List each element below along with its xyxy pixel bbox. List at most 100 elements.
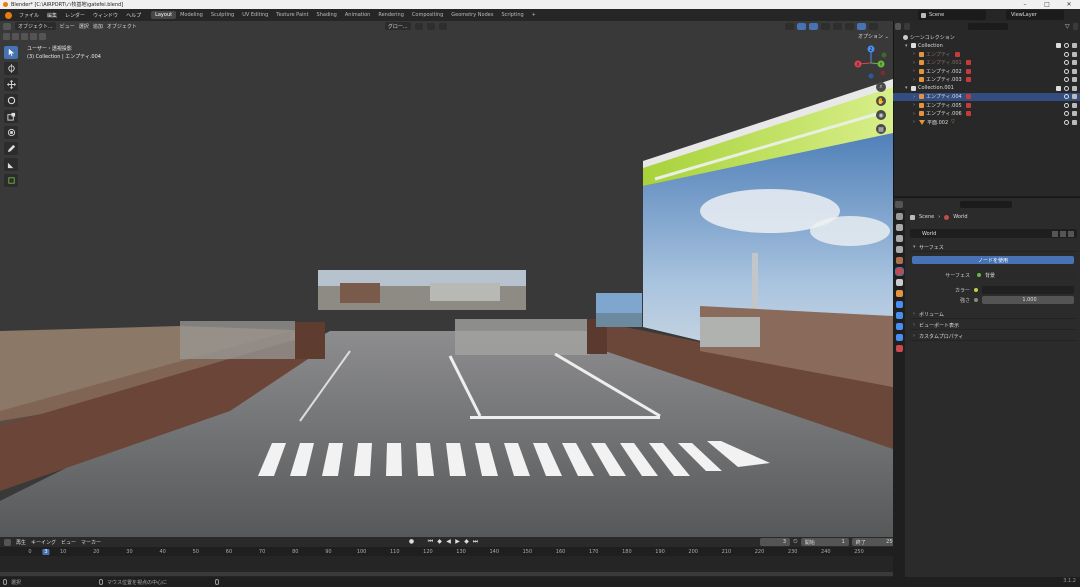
camera-icon[interactable] <box>1072 68 1077 74</box>
menu-marker[interactable]: マーカー <box>81 539 101 546</box>
output-tab-icon[interactable] <box>895 235 903 242</box>
eye-icon[interactable] <box>1064 85 1069 91</box>
gizmo-toggle-icon[interactable] <box>797 22 806 30</box>
camera-icon[interactable] <box>1072 102 1077 108</box>
scale-tool[interactable] <box>4 110 18 123</box>
camera-icon[interactable] <box>1072 94 1077 100</box>
mode-selector[interactable]: オブジェクト... <box>15 22 56 30</box>
render-tab-icon[interactable] <box>895 224 903 231</box>
modifier-tab-icon[interactable] <box>895 301 903 308</box>
menu-help[interactable]: ヘルプ <box>122 12 145 19</box>
select-box-tool[interactable] <box>4 46 18 59</box>
tab-shading[interactable]: Shading <box>313 11 341 19</box>
tab-rendering[interactable]: Rendering <box>374 11 408 19</box>
menu-object[interactable]: オブジェクト <box>107 23 137 30</box>
surface-shader-selector[interactable]: 背景 <box>974 271 1074 279</box>
scene-tab-icon[interactable] <box>895 257 903 264</box>
rendered-shading-icon[interactable] <box>869 22 878 30</box>
display-mode-icon[interactable] <box>904 22 911 30</box>
world-datablock-field[interactable]: World <box>910 229 1077 238</box>
frame-ruler[interactable]: 0 10 20 30 40 50 60 70 80 90 100 110 120 130 140 150 160… <box>0 547 893 556</box>
outliner-search-input[interactable] <box>968 22 1009 30</box>
overlay-toggle-icon[interactable] <box>809 22 818 30</box>
outliner-row[interactable]: ▾ Collection.001 <box>893 84 1080 93</box>
camera-icon[interactable] <box>1072 43 1077 49</box>
menu-add[interactable]: 追加 <box>93 23 103 30</box>
camera-icon[interactable] <box>1072 51 1077 57</box>
select-invert-icon[interactable] <box>30 33 37 40</box>
menu-render[interactable]: レンダー <box>61 12 89 19</box>
pivot-icon[interactable] <box>414 22 423 30</box>
material-preview-icon[interactable] <box>857 22 866 30</box>
eye-icon[interactable] <box>1064 43 1069 49</box>
outliner-row[interactable]: ▾ Collection <box>893 42 1080 51</box>
camera-icon[interactable] <box>1072 111 1077 117</box>
menu-edit[interactable]: 編集 <box>43 12 61 19</box>
outliner-row[interactable]: › エンプティ.006 <box>893 110 1080 119</box>
eye-icon[interactable] <box>1064 60 1069 66</box>
menu-timeline-view[interactable]: ビュー <box>61 539 76 546</box>
jump-start-icon[interactable]: ⏮ <box>427 538 434 545</box>
move-tool[interactable] <box>4 78 18 91</box>
eye-icon[interactable] <box>1064 94 1069 100</box>
properties-search-input[interactable] <box>960 201 1012 208</box>
play-icon[interactable]: ▶ <box>454 538 461 545</box>
datablock-actions-icon[interactable] <box>1052 230 1074 237</box>
outliner-row[interactable]: シーンコレクション <box>893 33 1080 42</box>
transform-tool[interactable] <box>4 126 18 139</box>
perspective-toggle-icon[interactable]: ▦ <box>876 124 886 134</box>
annotate-tool[interactable] <box>4 142 18 155</box>
new-collection-icon[interactable] <box>1072 22 1079 30</box>
object-tab-icon[interactable] <box>895 290 903 297</box>
solid-shading-icon[interactable] <box>845 22 854 30</box>
add-workspace-button[interactable]: + <box>528 11 540 19</box>
maximize-button[interactable]: □ <box>1036 0 1058 9</box>
eye-icon[interactable] <box>1064 111 1069 117</box>
snap-icon[interactable] <box>426 22 435 30</box>
tool-tab-icon[interactable] <box>895 213 903 220</box>
camera-icon[interactable] <box>1072 85 1077 91</box>
select-new-icon[interactable] <box>3 33 10 40</box>
scene-selector[interactable]: Scene <box>918 10 986 20</box>
tab-uv-editing[interactable]: UV Editing <box>238 11 272 19</box>
outliner-row[interactable]: › エンプティ.005 <box>893 101 1080 110</box>
eye-icon[interactable] <box>1064 68 1069 74</box>
pan-hand-icon[interactable]: ✋ <box>876 96 886 106</box>
tab-compositing[interactable]: Compositing <box>408 11 447 19</box>
zoom-icon[interactable]: ⌕ <box>876 82 886 92</box>
transform-orientation-selector[interactable]: グロー... <box>384 22 411 30</box>
select-extend-icon[interactable] <box>12 33 19 40</box>
color-swatch[interactable] <box>982 286 1074 294</box>
menu-playback[interactable]: 再生 <box>16 539 26 546</box>
outliner-row[interactable]: › エンプティ.002 <box>893 67 1080 76</box>
measure-tool[interactable] <box>4 158 18 171</box>
next-keyframe-icon[interactable]: ◆ <box>463 538 470 545</box>
current-frame-field[interactable]: 3 <box>760 538 790 546</box>
outliner-row[interactable]: › エンプティ.003 <box>893 76 1080 85</box>
camera-icon[interactable] <box>1072 60 1077 66</box>
select-subtract-icon[interactable] <box>21 33 28 40</box>
view-layer-selector[interactable]: ViewLayer <box>1006 10 1064 20</box>
play-reverse-icon[interactable]: ◀ <box>445 538 452 545</box>
rotate-tool[interactable] <box>4 94 18 107</box>
tab-geometry-nodes[interactable]: Geometry Nodes <box>447 11 497 19</box>
menu-select[interactable]: 選択 <box>79 23 89 30</box>
filter-icon[interactable]: ▽ <box>1065 23 1070 30</box>
record-icon[interactable]: ● <box>408 538 415 545</box>
editor-type-icon[interactable] <box>3 22 11 30</box>
exclude-checkbox[interactable] <box>1056 43 1061 49</box>
world-tab-icon[interactable] <box>894 267 904 276</box>
wireframe-shading-icon[interactable] <box>833 22 842 30</box>
tab-sculpting[interactable]: Sculpting <box>207 11 238 19</box>
properties-editor-icon[interactable] <box>895 200 903 208</box>
menu-view[interactable]: ビュー <box>60 23 75 30</box>
tab-texture-paint[interactable]: Texture Paint <box>272 11 312 19</box>
viewport-display-panel-header[interactable]: › ビューポート表示 <box>910 321 1077 330</box>
tab-animation[interactable]: Animation <box>341 11 375 19</box>
collection-tab-icon[interactable] <box>895 279 903 286</box>
start-frame-field[interactable]: 開始 1 <box>800 538 849 546</box>
particles-tab-icon[interactable] <box>895 312 903 319</box>
blender-menu-icon[interactable] <box>5 11 12 19</box>
clock-icon[interactable]: ⏲ <box>793 538 798 546</box>
current-frame-marker[interactable]: 3 <box>42 549 50 555</box>
